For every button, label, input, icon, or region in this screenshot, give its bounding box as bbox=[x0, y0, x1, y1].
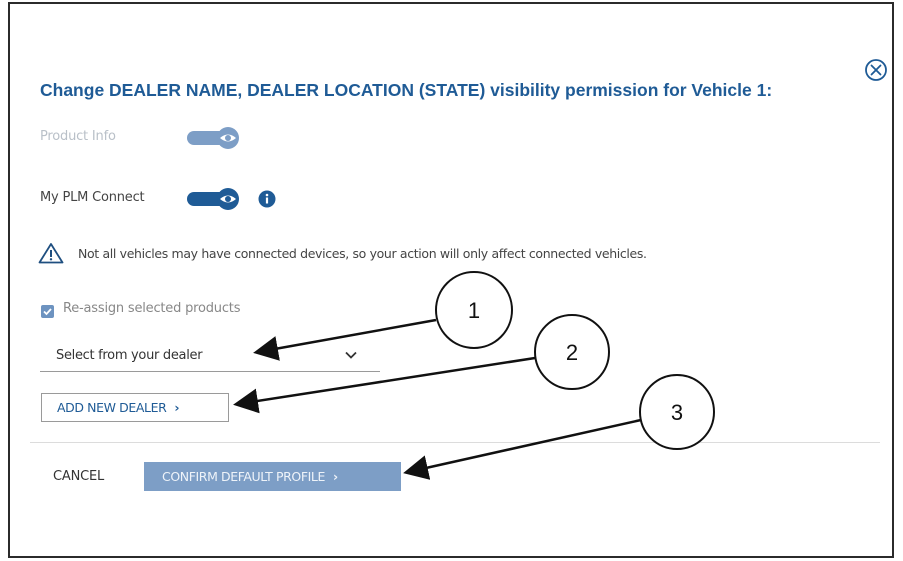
chevron-right-icon: › bbox=[174, 400, 180, 415]
add-new-dealer-button[interactable]: ADD NEW DEALER › bbox=[41, 393, 229, 422]
chevron-down-icon bbox=[345, 351, 357, 359]
warning-triangle-icon bbox=[38, 243, 64, 264]
reassign-label: Re-assign selected products bbox=[63, 301, 241, 316]
checkmark-icon bbox=[43, 308, 52, 316]
dealer-select-value: Select from your dealer bbox=[56, 348, 203, 363]
info-icon[interactable] bbox=[258, 190, 276, 208]
my-plm-connect-label: My PLM Connect bbox=[40, 190, 145, 205]
cancel-button[interactable]: CANCEL bbox=[53, 469, 104, 484]
close-circle-icon[interactable] bbox=[864, 58, 888, 82]
product-info-label: Product Info bbox=[40, 129, 116, 144]
add-new-dealer-label: ADD NEW DEALER bbox=[57, 400, 167, 415]
chevron-right-icon: › bbox=[332, 469, 338, 484]
warning-message: Not all vehicles may have connected devi… bbox=[78, 246, 647, 261]
reassign-checkbox[interactable] bbox=[41, 305, 54, 318]
confirm-label: CONFIRM DEFAULT PROFILE bbox=[162, 469, 325, 484]
my-plm-connect-visibility-toggle[interactable] bbox=[186, 187, 246, 211]
dealer-select[interactable]: Select from your dealer bbox=[40, 342, 380, 372]
footer-divider bbox=[30, 442, 880, 443]
confirm-default-profile-button[interactable]: CONFIRM DEFAULT PROFILE › bbox=[144, 462, 401, 491]
product-info-visibility-toggle[interactable] bbox=[186, 126, 246, 150]
dialog-title: Change DEALER NAME, DEALER LOCATION (STA… bbox=[40, 80, 773, 100]
